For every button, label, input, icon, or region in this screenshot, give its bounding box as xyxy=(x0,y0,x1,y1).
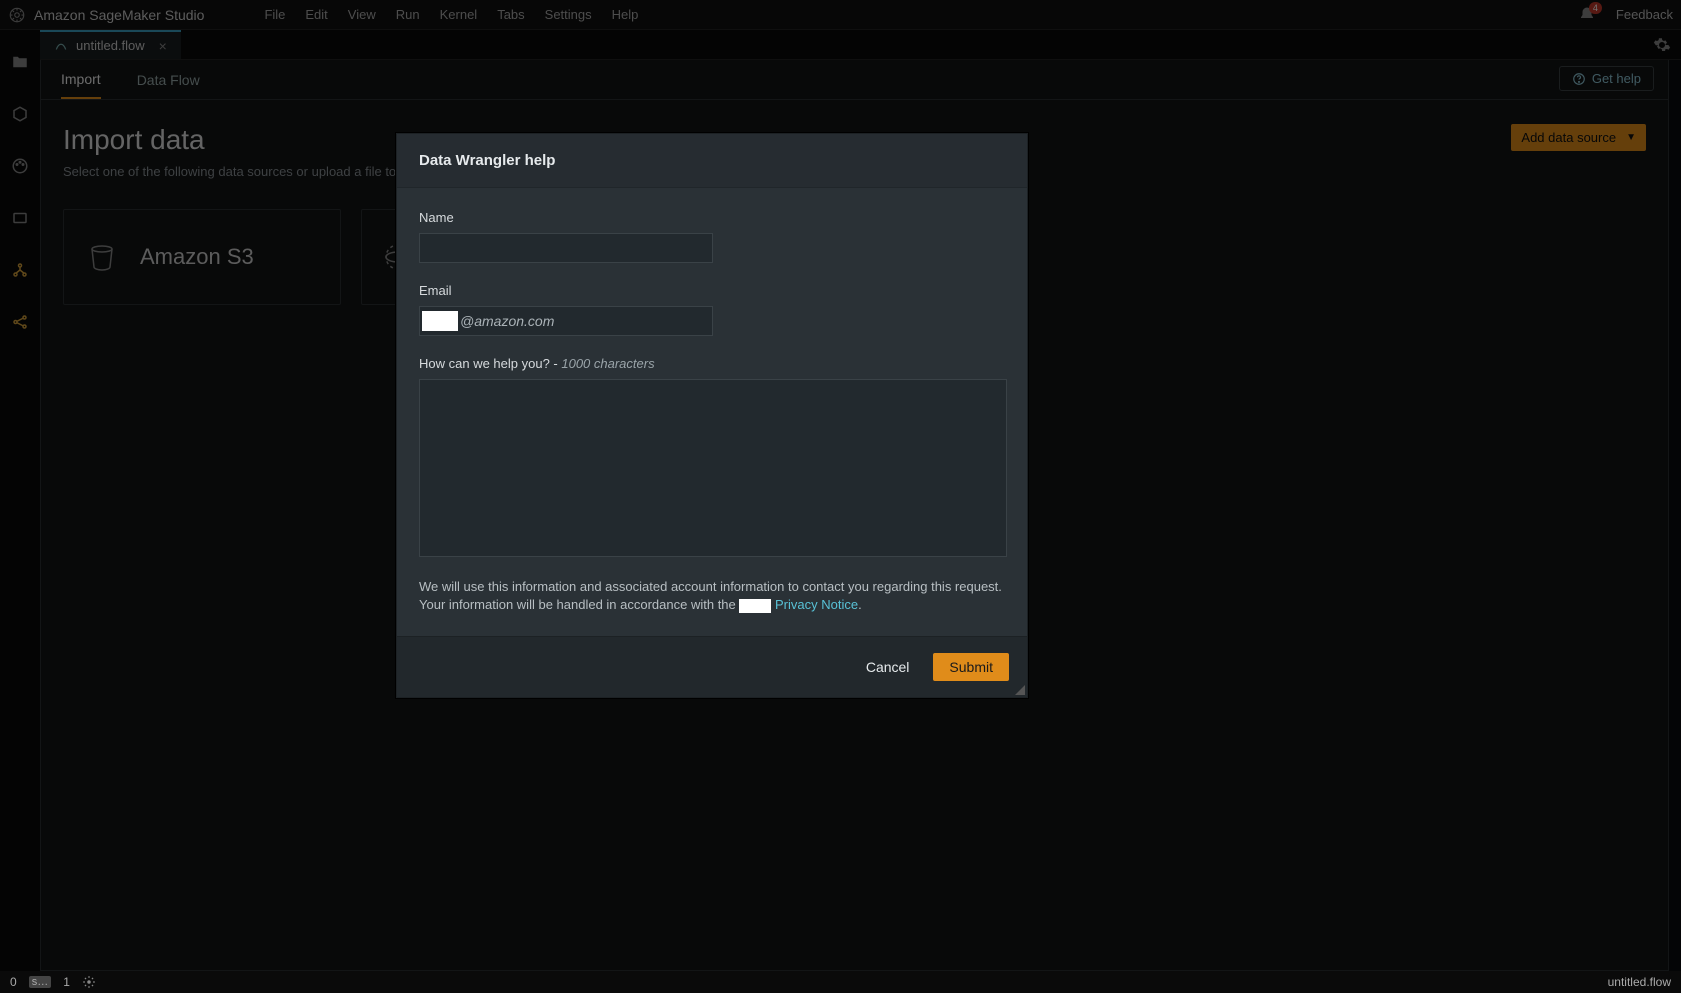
resize-handle-icon[interactable] xyxy=(1013,683,1025,695)
status-item-0[interactable]: 0 xyxy=(10,975,17,989)
field-group-name: Name xyxy=(419,210,1005,263)
disclaimer-period: . xyxy=(858,597,862,612)
email-input[interactable] xyxy=(419,306,713,336)
email-label: Email xyxy=(419,283,1005,298)
modal-title: Data Wrangler help xyxy=(419,152,1005,169)
cancel-button[interactable]: Cancel xyxy=(856,653,920,681)
field-group-help: How can we help you? - 1000 characters xyxy=(419,356,1005,560)
status-bar: 0 s… 1 untitled.flow xyxy=(0,971,1681,993)
name-label: Name xyxy=(419,210,1005,225)
field-group-email: Email xyxy=(419,283,1005,336)
submit-button[interactable]: Submit xyxy=(933,653,1009,681)
help-textarea[interactable] xyxy=(419,379,1007,557)
help-label-text: How can we help you? - xyxy=(419,356,561,371)
modal-footer: Cancel Submit xyxy=(397,636,1027,697)
modal-header: Data Wrangler help xyxy=(397,134,1027,188)
redacted-text-2 xyxy=(739,599,771,613)
disclaimer-text: We will use this information and associa… xyxy=(419,578,1005,614)
redacted-text xyxy=(422,311,458,331)
modal-body: Name Email How can we help you? - 1000 c… xyxy=(397,188,1027,636)
help-modal: Data Wrangler help Name Email How can we… xyxy=(396,133,1028,698)
help-label: How can we help you? - 1000 characters xyxy=(419,356,1005,371)
help-hint: 1000 characters xyxy=(561,356,654,371)
status-item-1[interactable]: 1 xyxy=(63,975,70,989)
privacy-notice-link[interactable]: Privacy Notice xyxy=(775,597,858,612)
status-gear-icon[interactable] xyxy=(82,975,96,989)
name-input[interactable] xyxy=(419,233,713,263)
status-terminal[interactable]: s… xyxy=(29,976,52,988)
disclaimer-part1: We will use this information and associa… xyxy=(419,579,1002,612)
status-filename[interactable]: untitled.flow xyxy=(1608,975,1671,989)
